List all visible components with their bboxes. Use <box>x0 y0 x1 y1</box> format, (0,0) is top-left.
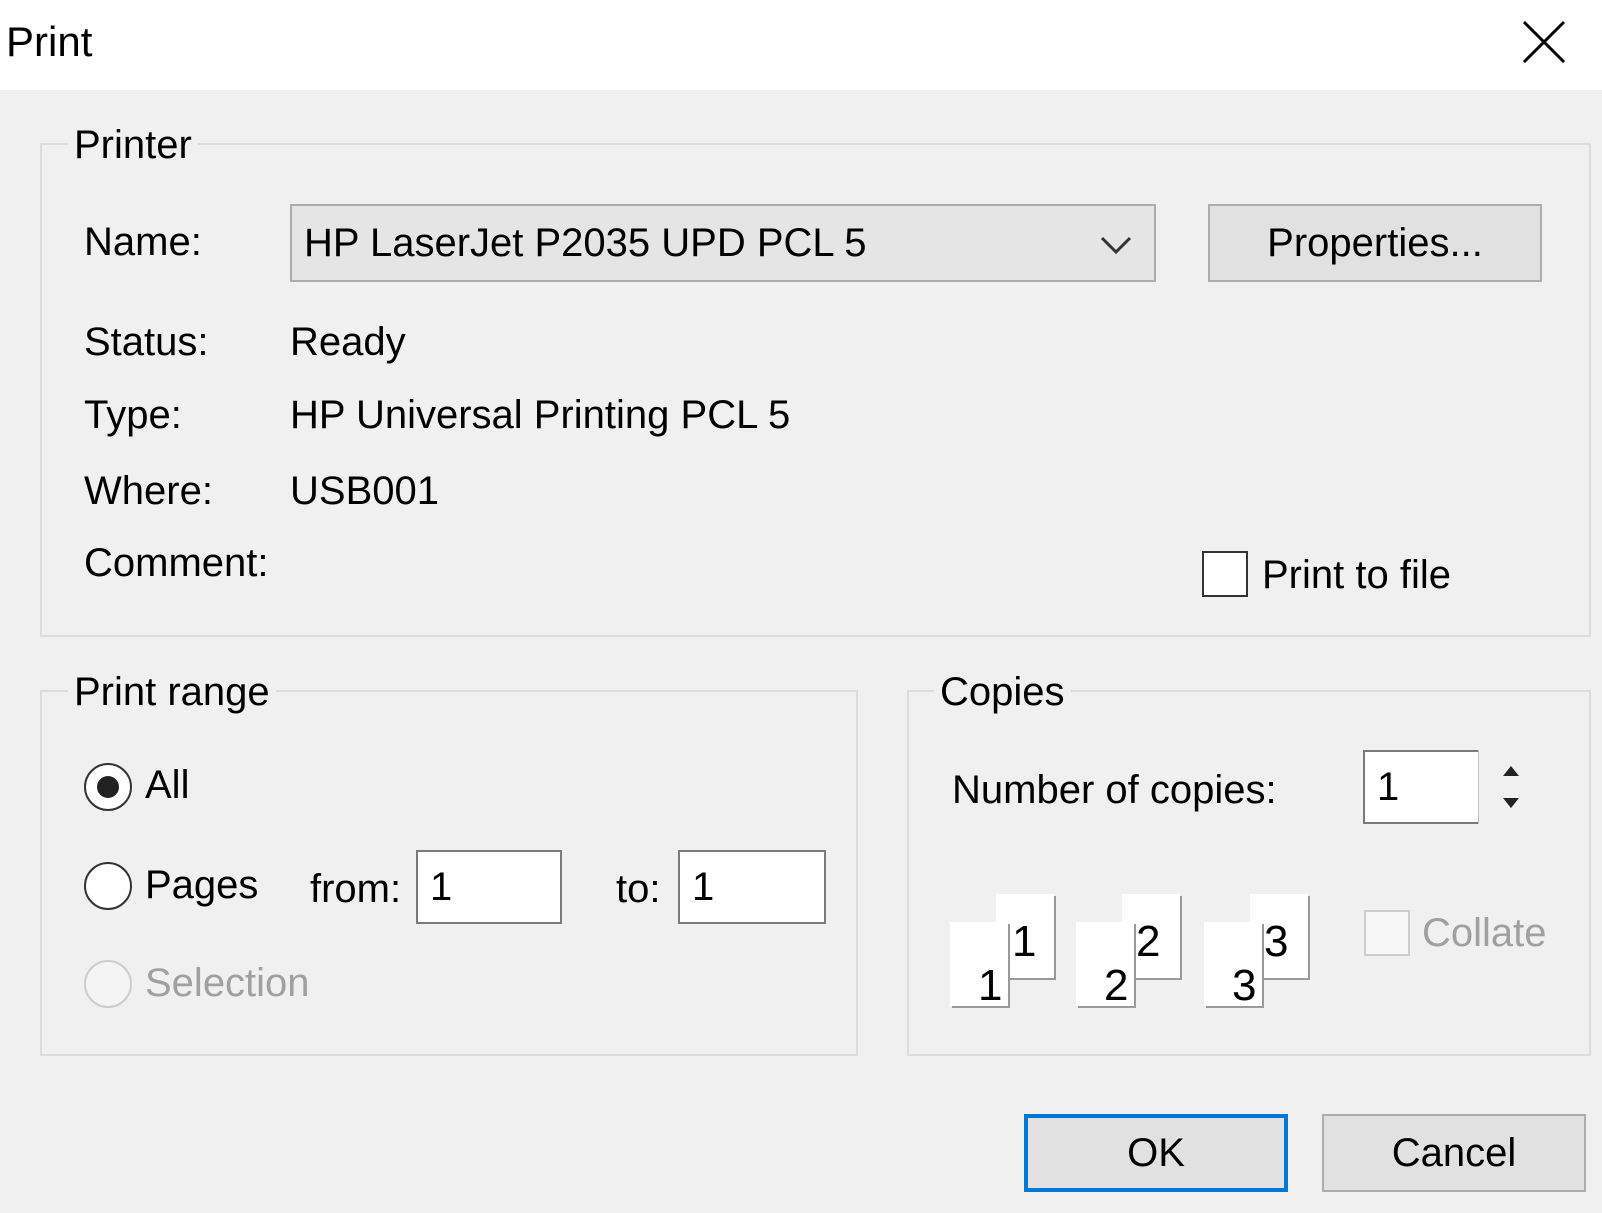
printer-group-legend: Printer <box>68 120 198 170</box>
collate-checkbox[interactable] <box>1364 910 1410 956</box>
all-label[interactable]: All <box>145 760 189 810</box>
type-label: Type: <box>84 393 182 437</box>
printer-name-dropdown[interactable]: HP LaserJet P2035 UPD PCL 5 <box>290 204 1156 282</box>
pages-radio[interactable] <box>84 862 132 910</box>
pages-label[interactable]: Pages <box>145 860 258 910</box>
print-to-file-label[interactable]: Print to file <box>1262 550 1451 600</box>
page-icon: 3 <box>1204 922 1262 1010</box>
copies-legend: Copies <box>934 667 1071 717</box>
name-label: Name: <box>84 220 202 264</box>
window-title: Print <box>6 18 93 65</box>
to-page-input[interactable] <box>678 850 826 924</box>
page-icon-number: 3 <box>1232 961 1257 1010</box>
close-icon[interactable] <box>1514 12 1574 72</box>
page-icon-number: 2 <box>1136 917 1161 966</box>
where-value: USB001 <box>290 469 439 513</box>
spin-down-icon[interactable] <box>1479 787 1543 824</box>
printer-name-value: HP LaserJet P2035 UPD PCL 5 <box>304 221 867 265</box>
ok-button[interactable]: OK <box>1024 1114 1288 1192</box>
print-range-legend: Print range <box>68 667 276 717</box>
to-label: to: <box>616 867 661 911</box>
page-icon: 1 <box>950 922 1008 1010</box>
print-to-file-checkbox[interactable] <box>1202 551 1248 597</box>
selection-label[interactable]: Selection <box>145 958 310 1008</box>
all-radio[interactable] <box>84 763 132 811</box>
collate-illustration: 1 1 2 2 3 3 <box>948 890 1330 1010</box>
type-value: HP Universal Printing PCL 5 <box>290 393 791 437</box>
page-icon-number: 3 <box>1264 917 1289 966</box>
properties-button[interactable]: Properties... <box>1208 204 1542 282</box>
where-label: Where: <box>84 469 213 513</box>
from-label: from: <box>310 867 402 911</box>
chevron-down-icon <box>1100 236 1132 255</box>
page-icon: 2 <box>1076 922 1134 1010</box>
number-of-copies-label: Number of copies: <box>952 768 1277 812</box>
selection-radio[interactable] <box>84 960 132 1008</box>
cancel-button[interactable]: Cancel <box>1322 1114 1586 1192</box>
status-label: Status: <box>84 320 209 364</box>
collate-label[interactable]: Collate <box>1422 908 1547 958</box>
from-page-input[interactable] <box>416 850 562 924</box>
spin-up-icon[interactable] <box>1479 750 1543 787</box>
copies-spinner[interactable] <box>1478 750 1543 824</box>
page-icon-number: 1 <box>1012 917 1037 966</box>
status-value: Ready <box>290 320 406 364</box>
comment-label: Comment: <box>84 541 269 585</box>
page-icon-number: 1 <box>978 961 1003 1010</box>
page-icon-number: 2 <box>1104 961 1129 1010</box>
title-bar <box>0 0 1602 90</box>
